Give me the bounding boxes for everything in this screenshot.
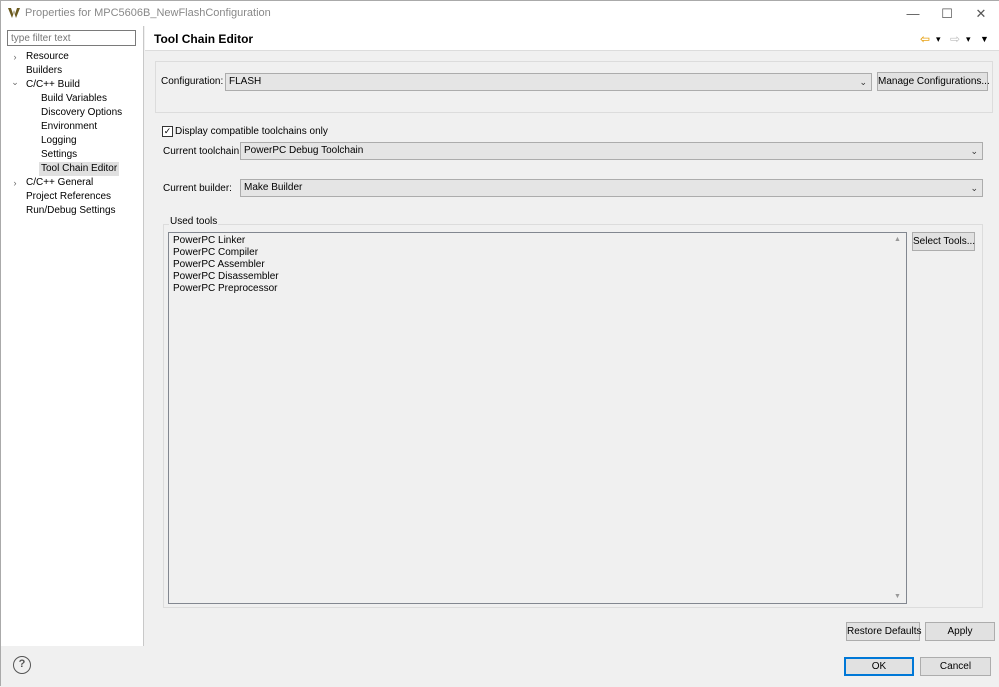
tree-item-tool-chain-editor[interactable]: Tool Chain Editor: [1, 162, 144, 176]
collapse-icon[interactable]: ⌄: [10, 75, 20, 89]
tree-item-label: Discovery Options: [41, 107, 123, 118]
configuration-label: Configuration:: [161, 76, 224, 87]
list-item[interactable]: PowerPC Assembler: [173, 259, 265, 270]
app-icon: [8, 8, 20, 18]
tree-item-resource[interactable]: › Resource: [1, 50, 144, 64]
chevron-down-icon: ⌄: [859, 77, 867, 87]
current-toolchain-select[interactable]: PowerPC Debug Toolchain ⌄: [240, 142, 983, 160]
back-dropdown-icon[interactable]: ▾: [936, 31, 941, 47]
used-tools-legend: Used tools: [169, 216, 219, 227]
dialog-button-bar: ? OK Cancel: [1, 646, 999, 687]
close-button[interactable]: ✕: [964, 1, 998, 26]
help-icon[interactable]: ?: [13, 656, 31, 674]
vertical-scrollbar[interactable]: ▲ ▼: [892, 233, 906, 603]
current-toolchain-label: Current toolchain:: [163, 146, 242, 157]
minimize-button[interactable]: —: [896, 1, 930, 26]
used-tools-list[interactable]: PowerPC Linker PowerPC Compiler PowerPC …: [168, 232, 907, 604]
tree-item-label: Builders: [26, 65, 63, 76]
tree-item-settings[interactable]: Settings: [1, 148, 144, 162]
navigation-pane: › Resource Builders ⌄ C/C++ Build Build …: [1, 26, 144, 646]
tree-item-label: Run/Debug Settings: [26, 205, 116, 216]
tree-item-logging[interactable]: Logging: [1, 134, 144, 148]
tree-item-label: C/C++ General: [26, 177, 94, 188]
tree-item-environment[interactable]: Environment: [1, 120, 144, 134]
compatible-toolchains-checkbox[interactable]: ✓: [162, 126, 173, 137]
tree-item-label: Logging: [41, 135, 77, 146]
tree-item-label: Environment: [41, 121, 98, 132]
tree-item-discovery-options[interactable]: Discovery Options: [1, 106, 144, 120]
forward-arrow-icon[interactable]: ⇨: [950, 31, 960, 47]
page-title: Tool Chain Editor: [154, 32, 254, 46]
configuration-value: FLASH: [229, 76, 262, 87]
tree-item-cpp-general[interactable]: › C/C++ General: [1, 176, 144, 190]
chevron-down-icon: ⌄: [970, 146, 978, 156]
manage-configurations-button[interactable]: Manage Configurations...: [877, 72, 990, 91]
tree-item-label: Settings: [41, 149, 78, 160]
property-page: Tool Chain Editor ⇦ ▾ ⇨ ▾ ▼ Configuratio…: [145, 26, 999, 646]
chevron-down-icon: ⌄: [970, 183, 978, 193]
title-bar: Properties for MPC5606B_NewFlashConfigur…: [1, 1, 999, 26]
current-builder-label: Current builder:: [163, 183, 232, 194]
back-arrow-icon[interactable]: ⇦: [920, 31, 930, 47]
select-tools-button[interactable]: Select Tools...: [912, 232, 975, 251]
expand-icon[interactable]: ›: [10, 176, 20, 190]
tree-item-build-variables[interactable]: Build Variables: [1, 92, 144, 106]
list-item[interactable]: PowerPC Disassembler: [173, 271, 279, 282]
list-item[interactable]: PowerPC Linker: [173, 235, 245, 246]
filter-input[interactable]: [7, 30, 136, 46]
page-header: Tool Chain Editor ⇦ ▾ ⇨ ▾ ▼: [145, 26, 999, 51]
forward-dropdown-icon[interactable]: ▾: [966, 31, 971, 47]
list-item[interactable]: PowerPC Preprocessor: [173, 283, 277, 294]
view-menu-icon[interactable]: ▼: [980, 31, 989, 47]
compatible-toolchains-label: Display compatible toolchains only: [175, 126, 328, 137]
page-nav: ⇦ ▾ ⇨ ▾ ▼: [920, 31, 995, 47]
tree-item-builders[interactable]: Builders: [1, 64, 144, 78]
tree-item-label: Resource: [26, 51, 69, 62]
apply-button[interactable]: Apply: [925, 622, 995, 641]
current-toolchain-value: PowerPC Debug Toolchain: [244, 145, 364, 156]
current-builder-select[interactable]: Make Builder ⌄: [240, 179, 983, 197]
tree-item-label: Build Variables: [41, 93, 107, 104]
tree-item-label: C/C++ Build: [26, 79, 80, 90]
scroll-down-icon[interactable]: ▼: [894, 593, 901, 600]
scroll-up-icon[interactable]: ▲: [894, 236, 901, 243]
maximize-button[interactable]: ☐: [930, 1, 964, 26]
tree-item-label: Project References: [26, 191, 112, 202]
restore-defaults-button[interactable]: Restore Defaults: [846, 622, 921, 641]
window-title: Properties for MPC5606B_NewFlashConfigur…: [25, 7, 271, 19]
cancel-button[interactable]: Cancel: [920, 657, 991, 676]
tree-item-cpp-build[interactable]: ⌄ C/C++ Build: [1, 75, 144, 92]
tree-item-run-debug-settings[interactable]: Run/Debug Settings: [1, 204, 144, 218]
ok-button[interactable]: OK: [844, 657, 914, 676]
tree-item-project-references[interactable]: Project References: [1, 190, 144, 204]
properties-dialog: Properties for MPC5606B_NewFlashConfigur…: [0, 0, 999, 687]
configuration-select[interactable]: FLASH ⌄: [225, 73, 872, 91]
list-item[interactable]: PowerPC Compiler: [173, 247, 258, 258]
tree-item-label: Tool Chain Editor: [39, 162, 120, 176]
current-builder-value: Make Builder: [244, 182, 303, 193]
expand-icon[interactable]: ›: [10, 50, 20, 64]
